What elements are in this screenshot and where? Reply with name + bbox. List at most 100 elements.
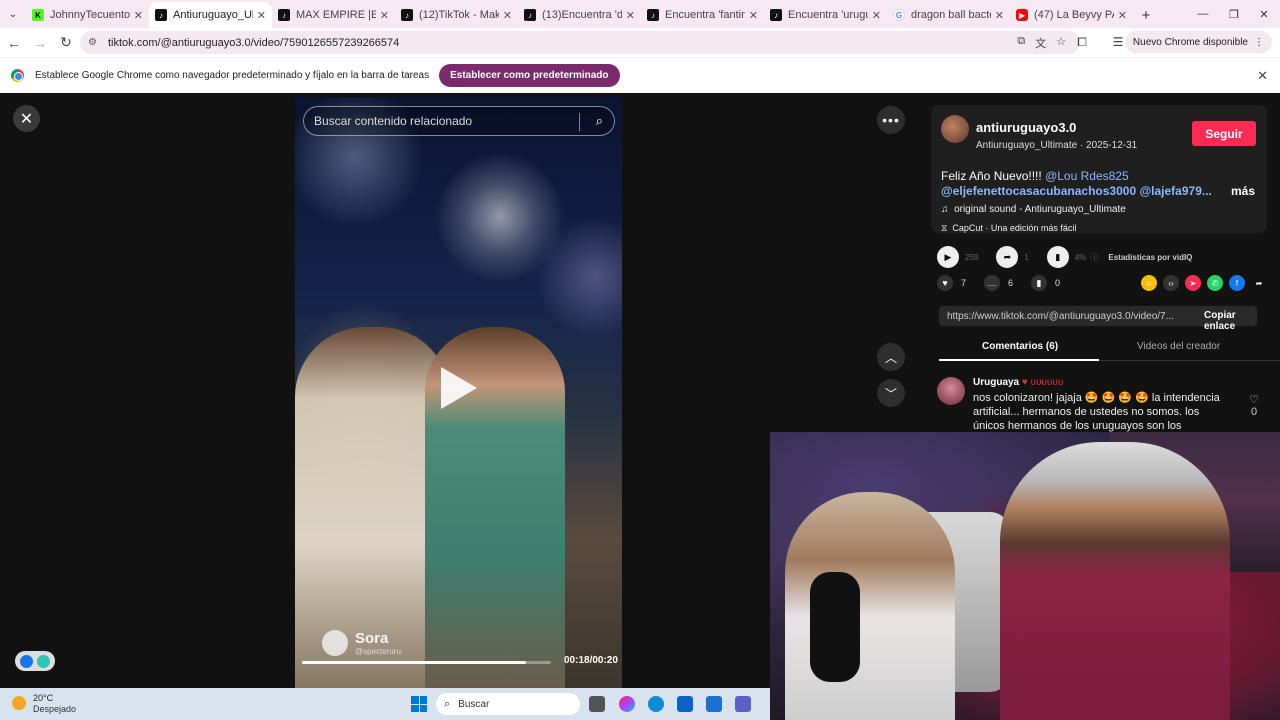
- teams-icon[interactable]: [735, 696, 751, 712]
- set-default-button[interactable]: Establecer como predeterminado: [439, 64, 620, 87]
- bookmark-star-icon[interactable]: ☆: [1056, 35, 1066, 51]
- tab-4[interactable]: ♪(12)TikTok - Make Yo✕: [395, 2, 518, 28]
- save-count: 0: [1055, 278, 1061, 288]
- weather-condition[interactable]: Despejado: [33, 704, 76, 714]
- taskbar-search[interactable]: ⌕ Buscar: [436, 693, 580, 715]
- tab-8[interactable]: Gdragon ball bacteria✕: [887, 2, 1010, 28]
- store-icon[interactable]: [706, 696, 722, 712]
- chevron-up-icon[interactable]: ︿: [877, 343, 905, 371]
- capcut-row[interactable]: ⧖ CapCut · Una edición más fácil: [941, 223, 1076, 234]
- minimize-icon[interactable]: —: [1187, 0, 1219, 28]
- webcam-person-right: [1000, 442, 1230, 720]
- back-icon[interactable]: ←: [2, 31, 26, 55]
- tab-comments[interactable]: Comentarios (6): [982, 341, 1058, 352]
- windows-start-icon[interactable]: [411, 696, 427, 712]
- tab-close-icon[interactable]: ✕: [872, 9, 881, 22]
- forward-icon[interactable]: →: [28, 31, 52, 55]
- tab-close-icon[interactable]: ✕: [749, 9, 758, 22]
- video-player[interactable]: Buscar contenido relacionado ⌕ Sora @spe…: [295, 97, 622, 688]
- user-subtitle: Antiuruguayo_Ultimate · 2025-12-31: [976, 140, 1138, 151]
- comment-author[interactable]: Uruguaya ♥ ʋʋʋʋʋʋ: [973, 377, 1063, 388]
- coin-icon[interactable]: ☺: [1141, 275, 1157, 291]
- description-line2[interactable]: @eljefenettocasacubanachos3000 @lajefa97…: [941, 184, 1212, 198]
- tab-close-icon[interactable]: ✕: [380, 9, 389, 22]
- tiktok-icon: ♪: [278, 9, 290, 21]
- heart-icon[interactable]: ♥: [937, 275, 953, 291]
- send-icon[interactable]: ➤: [1185, 275, 1201, 291]
- share-more-icon[interactable]: ➦: [1251, 275, 1267, 291]
- close-window-icon[interactable]: ✕: [1248, 0, 1280, 28]
- related-search-input[interactable]: Buscar contenido relacionado ⌕: [303, 106, 615, 136]
- tab-1[interactable]: KJohnnyTecuento Stre✕: [26, 2, 149, 28]
- like-count: 7: [961, 278, 967, 288]
- tab-close-icon[interactable]: ✕: [626, 9, 635, 22]
- chrome-update-button[interactable]: Nuevo Chrome disponible ⋮: [1124, 31, 1272, 53]
- tab-close-icon[interactable]: ✕: [1118, 9, 1127, 22]
- tab-3[interactable]: ♪MAX EMPIRE |EL PAT✕: [272, 2, 395, 28]
- new-tab-icon[interactable]: +: [1133, 2, 1159, 28]
- tab-7[interactable]: ♪Encuentra 'uruguay e✕: [764, 2, 887, 28]
- close-icon[interactable]: ✕: [13, 105, 40, 132]
- toolbar: ← → ↻ ⚙ tiktok.com/@antiuruguayo3.0/vide…: [0, 28, 1280, 57]
- description-line1: Feliz Año Nuevo!!!! @Lou Rdes825: [941, 169, 1129, 183]
- vidiq-status-icon: [37, 654, 50, 668]
- username[interactable]: antiuruguayo3.0: [976, 120, 1076, 135]
- comment-avatar[interactable]: [937, 377, 965, 405]
- bookmark-icon[interactable]: ▮: [1031, 275, 1048, 291]
- site-info-icon[interactable]: ⚙: [88, 37, 102, 48]
- video-time: 00:18/00:20: [564, 655, 618, 666]
- more-options-icon[interactable]: •••: [877, 106, 905, 134]
- tab-9[interactable]: ▶(47) La Beyvy PARRA✕: [1010, 2, 1133, 28]
- whatsapp-icon[interactable]: ✆: [1207, 275, 1223, 291]
- tab-close-icon[interactable]: ✕: [257, 9, 266, 22]
- vidiq-badge[interactable]: [15, 651, 55, 671]
- chevron-down-icon[interactable]: ﹀: [877, 379, 905, 407]
- more-vert-icon[interactable]: ⋮: [1254, 37, 1264, 48]
- heart-outline-icon[interactable]: ♡: [1244, 393, 1264, 406]
- video-link-field[interactable]: https://www.tiktok.com/@antiuruguayo3.0/…: [939, 306, 1257, 332]
- embed-icon[interactable]: ‹›: [1163, 275, 1179, 291]
- more-text-button[interactable]: más: [1231, 184, 1255, 198]
- comment-icon[interactable]: …: [984, 275, 1001, 291]
- tab-5[interactable]: ♪(13)Encuentra 'davo✕: [518, 2, 641, 28]
- comment-like[interactable]: ♡ 0: [1244, 393, 1264, 418]
- tiktok-icon: ♪: [770, 9, 782, 21]
- address-bar[interactable]: ⚙ tiktok.com/@antiuruguayo3.0/video/7590…: [80, 31, 1080, 54]
- task-view-icon[interactable]: [589, 696, 605, 712]
- tab-close-icon[interactable]: ✕: [134, 9, 143, 22]
- search-icon[interactable]: ⌕: [596, 113, 603, 129]
- tab-close-icon[interactable]: ✕: [503, 9, 512, 22]
- edge-icon[interactable]: [648, 696, 664, 712]
- vidiq-label: Estadísticas por vidIQ: [1108, 252, 1193, 262]
- follow-button[interactable]: Seguir: [1192, 121, 1256, 146]
- weather-temp[interactable]: 20°C: [33, 693, 53, 703]
- mention-link[interactable]: @Lou Rdes825: [1045, 169, 1129, 183]
- outlook-icon[interactable]: [677, 696, 693, 712]
- webcam-overlay: [770, 432, 1280, 720]
- install-icon[interactable]: ⧉: [1017, 35, 1025, 51]
- share-arrow-icon: ➦: [996, 246, 1019, 268]
- tab-6[interactable]: ♪Encuentra 'fantino ur✕: [641, 2, 764, 28]
- action-row: ♥ 7 … 6 ▮ 0 ☺ ‹› ➤ ✆ f ➦: [937, 273, 1267, 293]
- sound-row[interactable]: ♫ original sound - Antiuruguayo_Ultimate: [941, 204, 1126, 215]
- video-progress-bar[interactable]: [302, 661, 551, 664]
- play-icon[interactable]: [441, 367, 477, 409]
- avatar[interactable]: [941, 115, 969, 143]
- post-info-card: antiuruguayo3.0 Antiuruguayo_Ultimate · …: [931, 105, 1267, 233]
- maximize-icon[interactable]: ❐: [1218, 0, 1250, 28]
- tab-2-active[interactable]: ♪Antiuruguayo_Ultima✕: [149, 2, 272, 28]
- tab-search-icon[interactable]: ⌄: [0, 0, 26, 28]
- tiktok-icon: ♪: [155, 9, 167, 21]
- info-icon[interactable]: ⓘ: [1090, 252, 1098, 263]
- reload-icon[interactable]: ↻: [54, 31, 78, 55]
- tab-close-icon[interactable]: ✕: [995, 9, 1004, 22]
- tab-creator-videos[interactable]: Videos del creador: [1137, 341, 1220, 352]
- infobar-close-icon[interactable]: ✕: [1257, 68, 1268, 84]
- translate-icon[interactable]: 文: [1035, 35, 1046, 51]
- weather-icon[interactable]: [12, 696, 26, 710]
- copy-link-button[interactable]: Copiar enlace: [1204, 310, 1257, 332]
- copilot-icon[interactable]: [619, 696, 635, 712]
- facebook-icon[interactable]: f: [1229, 275, 1245, 291]
- extensions-icon[interactable]: ⧠: [1072, 32, 1092, 52]
- music-note-icon: ♫: [941, 204, 949, 215]
